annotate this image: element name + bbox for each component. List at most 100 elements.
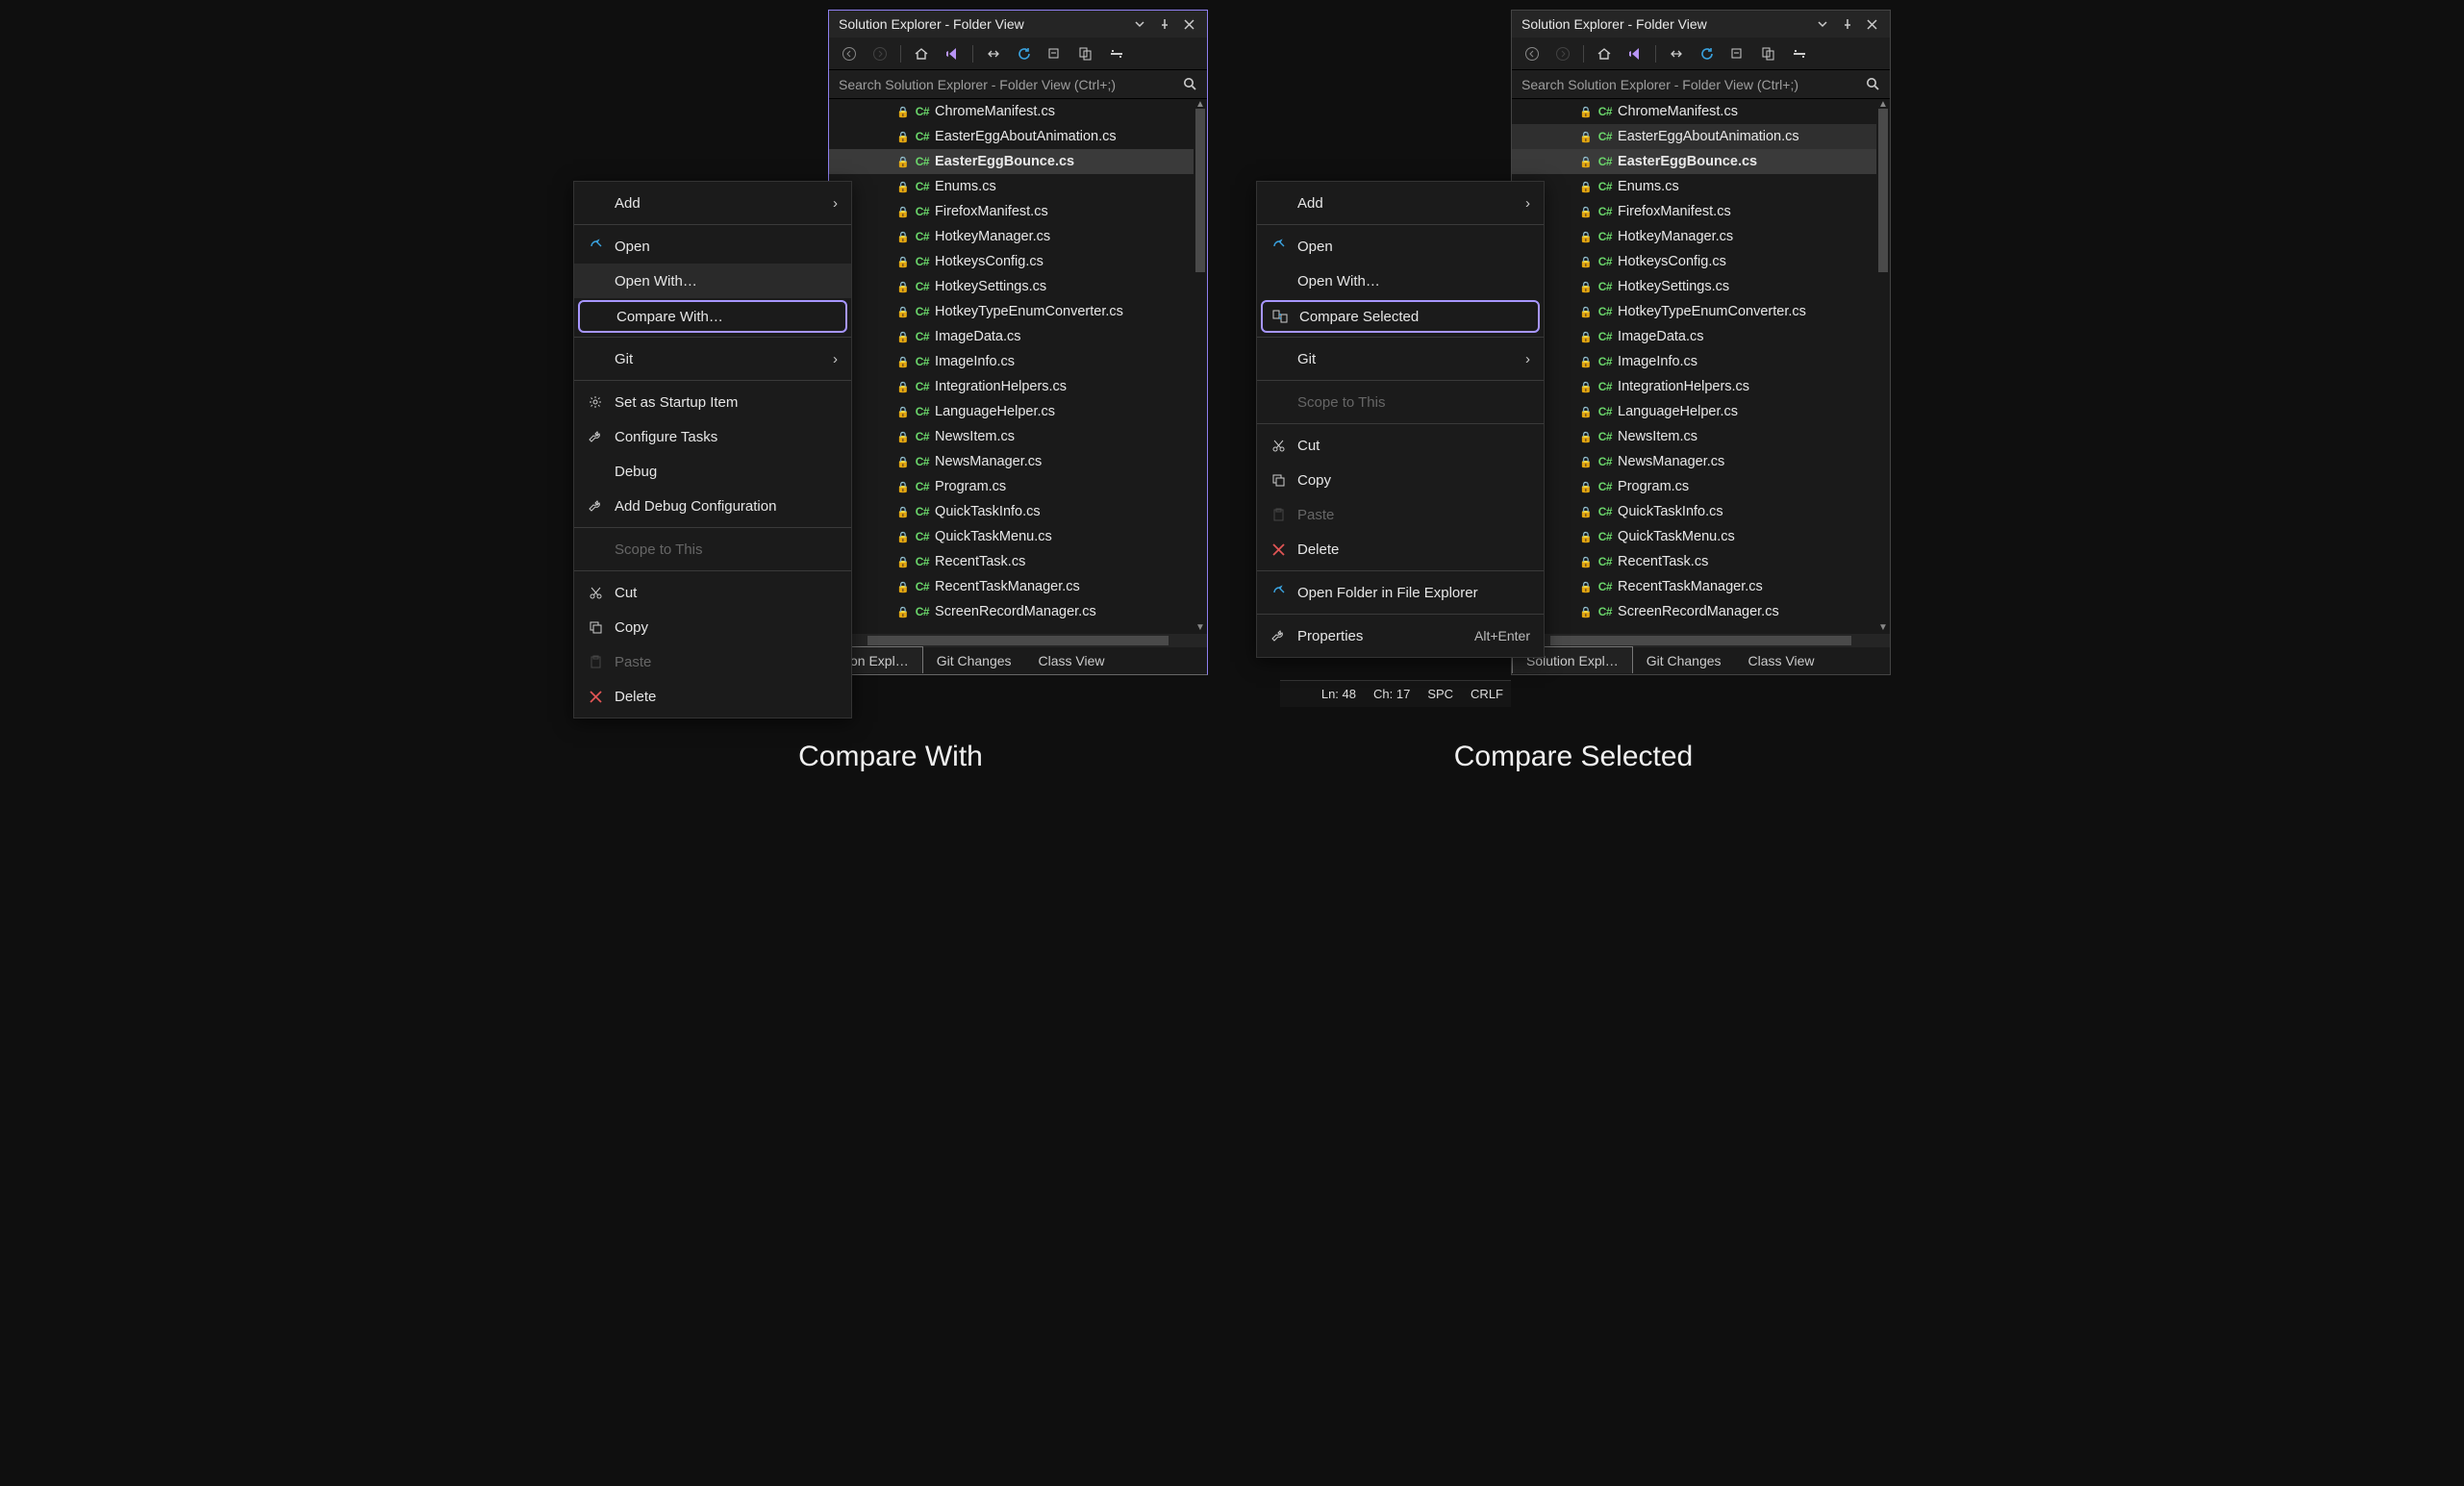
forward-icon[interactable] xyxy=(869,43,891,64)
menu-open-with[interactable]: Open With… xyxy=(574,264,851,298)
menu-add[interactable]: Add› xyxy=(1257,186,1544,220)
home-icon[interactable] xyxy=(911,43,932,64)
close-icon[interactable] xyxy=(1184,19,1201,30)
menu-delete[interactable]: Delete xyxy=(1257,532,1544,567)
file-row[interactable]: 🔒C#QuickTaskInfo.cs xyxy=(1512,499,1890,524)
sync-icon[interactable] xyxy=(983,43,1004,64)
file-row[interactable]: 🔒C#ScreenRecordManager.cs xyxy=(1512,599,1890,624)
menu-git[interactable]: Git› xyxy=(574,341,851,376)
dropdown-icon[interactable] xyxy=(1817,18,1834,30)
file-row[interactable]: 🔒C#IntegrationHelpers.cs xyxy=(1512,374,1890,399)
menu-open-folder[interactable]: Open Folder in File Explorer xyxy=(1257,575,1544,610)
collapse-icon[interactable] xyxy=(1727,43,1748,64)
file-row[interactable]: 🔒C#QuickTaskMenu.cs xyxy=(1512,524,1890,549)
file-row[interactable]: 🔒C#EasterEggAboutAnimation.cs xyxy=(829,124,1207,149)
properties-icon[interactable] xyxy=(1106,43,1127,64)
back-icon[interactable] xyxy=(839,43,860,64)
file-row[interactable]: 🔒C#HotkeysConfig.cs xyxy=(1512,249,1890,274)
vertical-scrollbar[interactable]: ▲▼ xyxy=(1876,99,1890,634)
file-row[interactable]: 🔒C#ChromeManifest.cs xyxy=(1512,99,1890,124)
file-row[interactable]: 🔒C#Enums.cs xyxy=(829,174,1207,199)
vs-icon[interactable] xyxy=(942,43,963,64)
file-row[interactable]: 🔒C#IntegrationHelpers.cs xyxy=(829,374,1207,399)
collapse-icon[interactable] xyxy=(1044,43,1066,64)
file-list[interactable]: 🔒C#ChromeManifest.cs🔒C#EasterEggAboutAni… xyxy=(1512,99,1890,634)
menu-debug[interactable]: Debug xyxy=(574,454,851,489)
menu-delete[interactable]: Delete xyxy=(574,679,851,714)
file-row[interactable]: 🔒C#ImageData.cs xyxy=(1512,324,1890,349)
menu-compare-with[interactable]: Compare With… xyxy=(578,300,847,333)
file-row[interactable]: 🔒C#ChromeManifest.cs xyxy=(829,99,1207,124)
horizontal-scrollbar[interactable] xyxy=(829,634,1207,647)
file-list[interactable]: 🔒C#ChromeManifest.cs🔒C#EasterEggAboutAni… xyxy=(829,99,1207,634)
menu-copy[interactable]: Copy xyxy=(1257,463,1544,497)
file-row[interactable]: 🔒C#EasterEggAboutAnimation.cs xyxy=(1512,124,1890,149)
menu-add[interactable]: Add› xyxy=(574,186,851,220)
file-row[interactable]: 🔒C#EasterEggBounce.cs xyxy=(1512,149,1890,174)
back-icon[interactable] xyxy=(1521,43,1543,64)
file-row[interactable]: 🔒C#HotkeysConfig.cs xyxy=(829,249,1207,274)
file-row[interactable]: 🔒C#RecentTask.cs xyxy=(1512,549,1890,574)
search-input[interactable]: Search Solution Explorer - Folder View (… xyxy=(1512,70,1890,99)
file-row[interactable]: 🔒C#HotkeySettings.cs xyxy=(1512,274,1890,299)
pin-icon[interactable] xyxy=(1842,18,1859,30)
horizontal-scrollbar[interactable] xyxy=(1512,634,1890,647)
file-row[interactable]: 🔒C#HotkeyManager.cs xyxy=(829,224,1207,249)
file-row[interactable]: 🔒C#NewsItem.cs xyxy=(829,424,1207,449)
file-row[interactable]: 🔒C#HotkeySettings.cs xyxy=(829,274,1207,299)
vs-icon[interactable] xyxy=(1624,43,1646,64)
file-row[interactable]: 🔒C#RecentTaskManager.cs xyxy=(829,574,1207,599)
tab-git-changes[interactable]: Git Changes xyxy=(923,647,1025,674)
file-row[interactable]: 🔒C#Program.cs xyxy=(1512,474,1890,499)
file-row[interactable]: 🔒C#ScreenRecordManager.cs xyxy=(829,599,1207,624)
file-row[interactable]: 🔒C#NewsItem.cs xyxy=(1512,424,1890,449)
file-row[interactable]: 🔒C#HotkeyManager.cs xyxy=(1512,224,1890,249)
close-icon[interactable] xyxy=(1867,19,1884,30)
file-row[interactable]: 🔒C#NewsManager.cs xyxy=(1512,449,1890,474)
file-row[interactable]: 🔒C#EasterEggBounce.cs xyxy=(829,149,1207,174)
vertical-scrollbar[interactable]: ▲▼ xyxy=(1194,99,1207,634)
file-row[interactable]: 🔒C#ImageInfo.cs xyxy=(1512,349,1890,374)
file-row[interactable]: 🔒C#Enums.cs xyxy=(1512,174,1890,199)
show-all-icon[interactable] xyxy=(1758,43,1779,64)
file-row[interactable]: 🔒C#ImageInfo.cs xyxy=(829,349,1207,374)
file-row[interactable]: 🔒C#HotkeyTypeEnumConverter.cs xyxy=(829,299,1207,324)
file-row[interactable]: 🔒C#HotkeyTypeEnumConverter.cs xyxy=(1512,299,1890,324)
tab-git-changes[interactable]: Git Changes xyxy=(1633,647,1735,674)
menu-cut[interactable]: Cut xyxy=(1257,428,1544,463)
menu-cut[interactable]: Cut xyxy=(574,575,851,610)
menu-compare-selected[interactable]: Compare Selected xyxy=(1261,300,1540,333)
file-row[interactable]: 🔒C#RecentTask.cs xyxy=(829,549,1207,574)
forward-icon[interactable] xyxy=(1552,43,1573,64)
refresh-icon[interactable] xyxy=(1014,43,1035,64)
dropdown-icon[interactable] xyxy=(1134,18,1151,30)
file-row[interactable]: 🔒C#ImageData.cs xyxy=(829,324,1207,349)
menu-open[interactable]: Open xyxy=(1257,229,1544,264)
tab-class-view[interactable]: Class View xyxy=(1735,647,1828,674)
menu-open-with[interactable]: Open With… xyxy=(1257,264,1544,298)
file-row[interactable]: 🔒C#LanguageHelper.cs xyxy=(1512,399,1890,424)
menu-copy[interactable]: Copy xyxy=(574,610,851,644)
search-input[interactable]: Search Solution Explorer - Folder View (… xyxy=(829,70,1207,99)
menu-add-debug[interactable]: Add Debug Configuration xyxy=(574,489,851,523)
menu-set-startup[interactable]: Set as Startup Item xyxy=(574,385,851,419)
file-row[interactable]: 🔒C#NewsManager.cs xyxy=(829,449,1207,474)
home-icon[interactable] xyxy=(1594,43,1615,64)
menu-properties[interactable]: PropertiesAlt+Enter xyxy=(1257,618,1544,653)
show-all-icon[interactable] xyxy=(1075,43,1096,64)
file-row[interactable]: 🔒C#RecentTaskManager.cs xyxy=(1512,574,1890,599)
tab-class-view[interactable]: Class View xyxy=(1025,647,1119,674)
menu-git[interactable]: Git› xyxy=(1257,341,1544,376)
file-row[interactable]: 🔒C#Program.cs xyxy=(829,474,1207,499)
menu-configure-tasks[interactable]: Configure Tasks xyxy=(574,419,851,454)
file-row[interactable]: 🔒C#LanguageHelper.cs xyxy=(829,399,1207,424)
pin-icon[interactable] xyxy=(1159,18,1176,30)
properties-icon[interactable] xyxy=(1789,43,1810,64)
file-row[interactable]: 🔒C#QuickTaskInfo.cs xyxy=(829,499,1207,524)
file-row[interactable]: 🔒C#QuickTaskMenu.cs xyxy=(829,524,1207,549)
file-row[interactable]: 🔒C#FirefoxManifest.cs xyxy=(829,199,1207,224)
file-row[interactable]: 🔒C#FirefoxManifest.cs xyxy=(1512,199,1890,224)
menu-open[interactable]: Open xyxy=(574,229,851,264)
refresh-icon[interactable] xyxy=(1697,43,1718,64)
sync-icon[interactable] xyxy=(1666,43,1687,64)
